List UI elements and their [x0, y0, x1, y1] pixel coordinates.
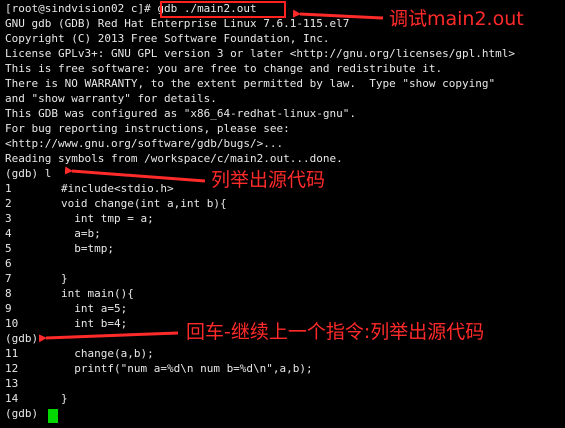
annotation-debug: 调试main2.out	[389, 8, 524, 30]
annotation-repeat: 回车-继续上一个指令:列举出源代码	[186, 321, 485, 343]
annotation-list: 列举出源代码	[211, 169, 326, 191]
arrow-to-empty-command	[38, 331, 179, 343]
arrow-to-list-command	[64, 166, 206, 183]
arrow-to-command	[292, 9, 384, 20]
annotation-arrows	[38, 9, 384, 343]
terminal-window[interactable]: [root@sindvision02 c]# gdb ./main2.out G…	[0, 0, 565, 428]
